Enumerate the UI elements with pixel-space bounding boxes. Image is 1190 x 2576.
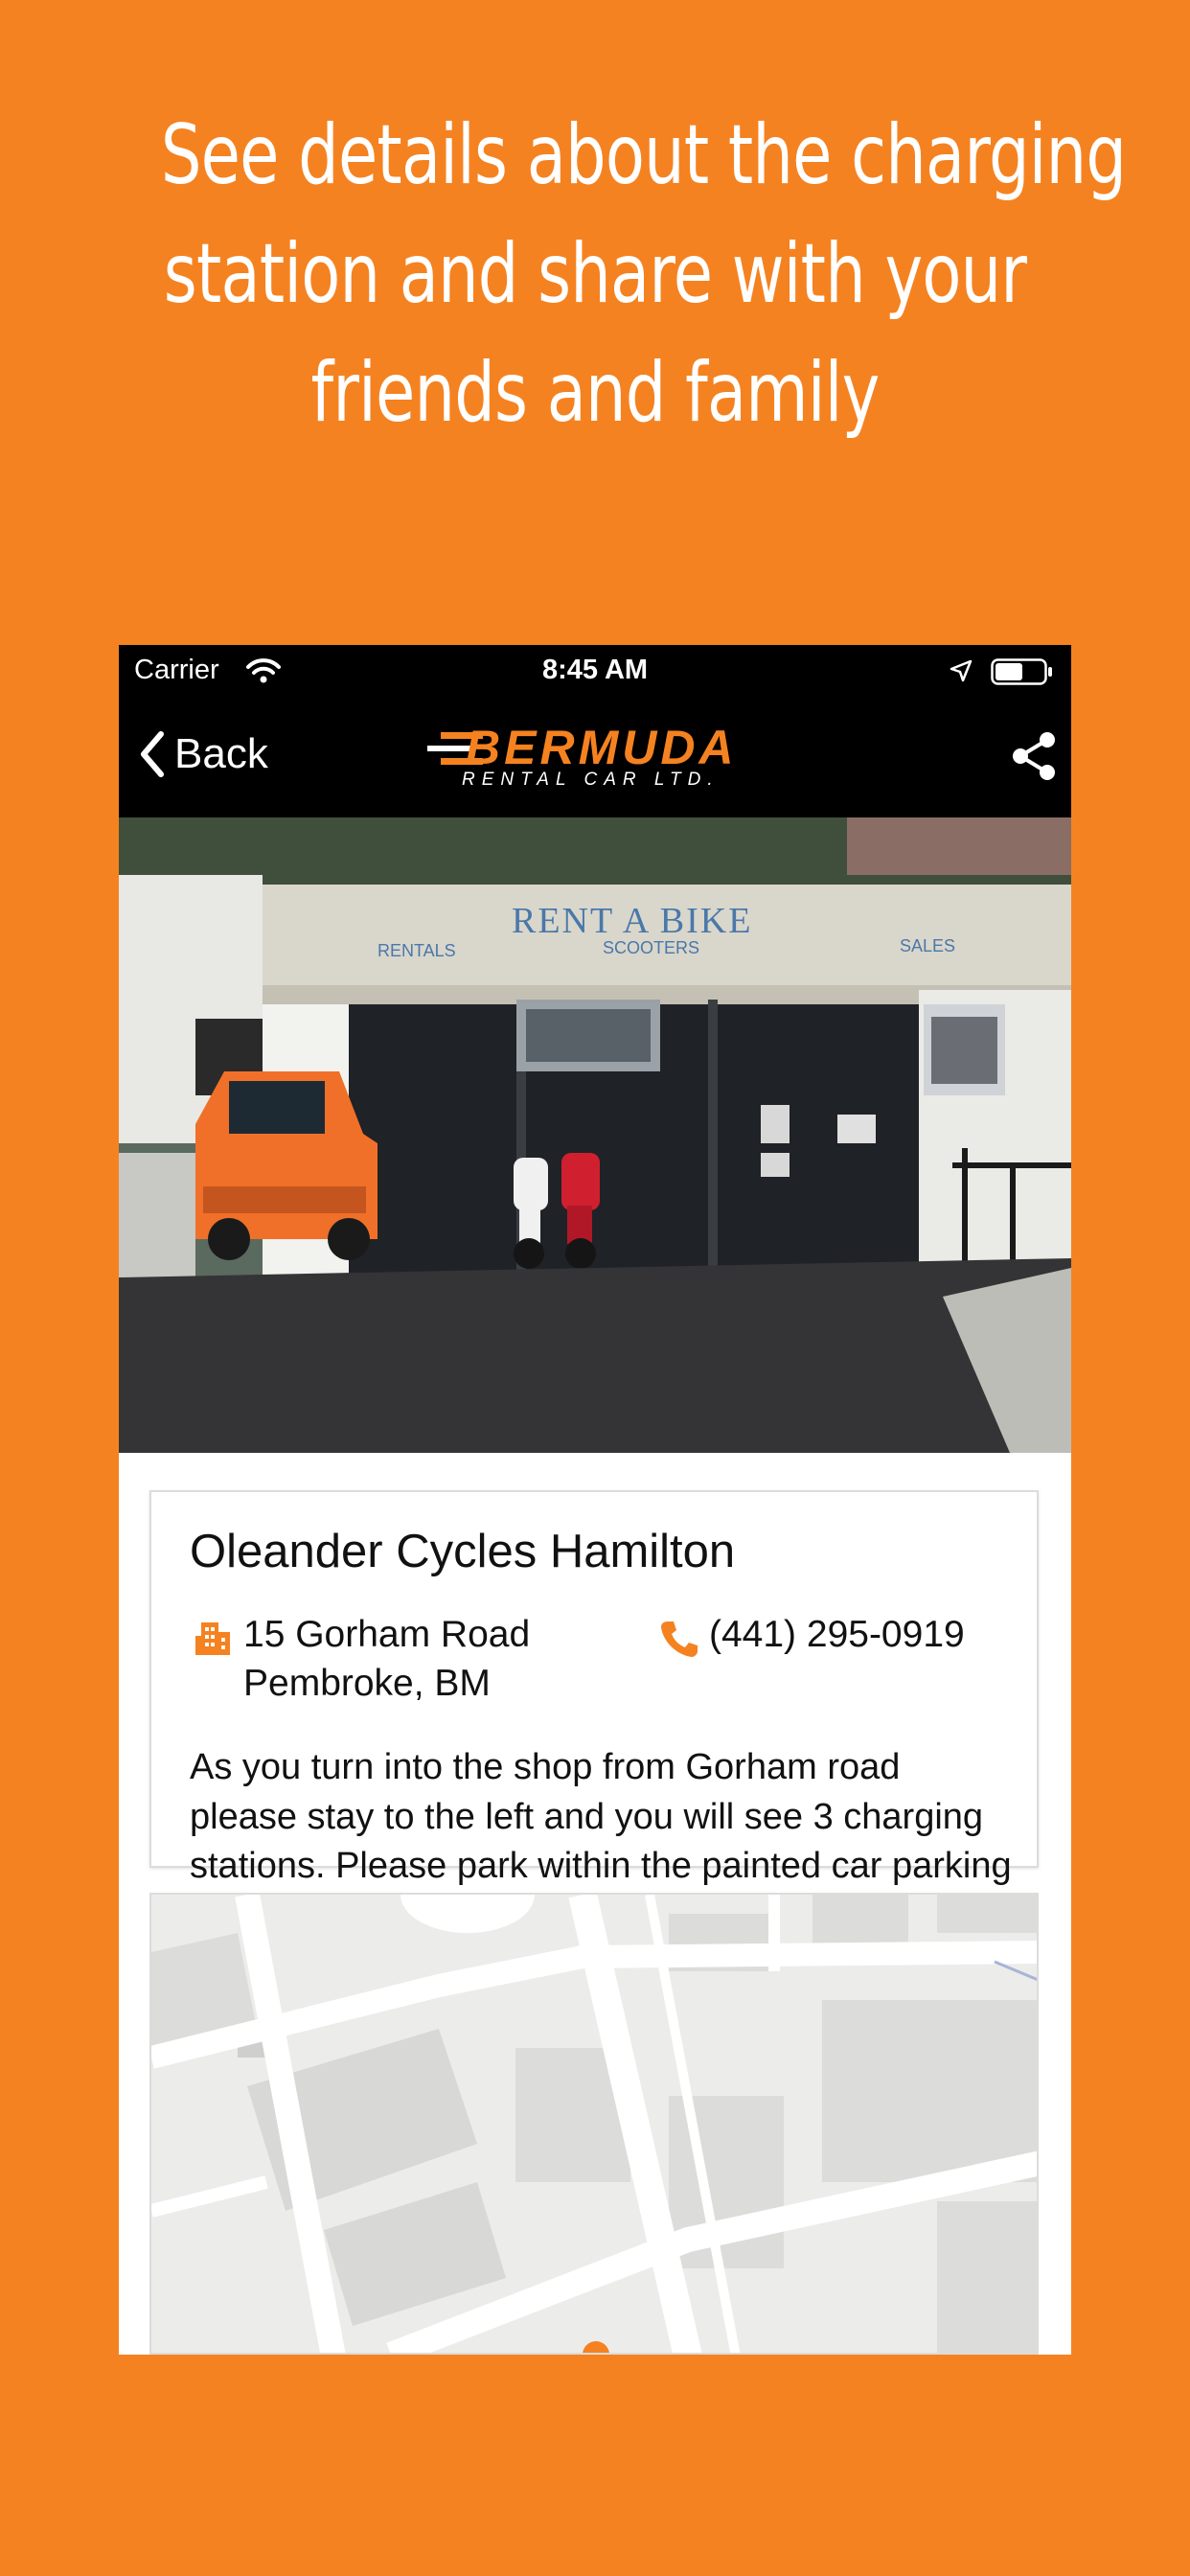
battery-icon [991,658,1052,685]
status-bar: Carrier 8:45 AM [119,645,1071,698]
sign-rentals: RENTALS [378,941,456,960]
location-arrow-icon [950,659,973,682]
sign-scooters: SCOOTERS [603,938,699,957]
location-map[interactable] [149,1893,1039,2355]
address-line-1: 15 Gorham Road [243,1614,531,1655]
station-name: Oleander Cycles Hamilton [190,1526,736,1577]
back-label: Back [174,730,268,777]
chevron-left-icon [141,731,164,777]
headline: See details about the charging station a… [160,96,1127,452]
station-photo: RENT A BIKE RENTALS SCOOTERS SALES [119,817,1071,1453]
back-button[interactable]: Back [140,721,268,788]
headline-line-3: friends and family [310,345,881,441]
address-line-2: Pembroke, BM [243,1663,491,1704]
phone-number[interactable]: (441) 295-0919 [709,1614,965,1656]
logo-main-text: BERMUDA [466,721,738,774]
phone-screen: Carrier 8:45 AM Back BERMUDA RENTAL CAR … [119,645,1071,2355]
brand-logo: BERMUDA RENTAL CAR LTD. [427,723,763,790]
sign-rent-a-bike: RENT A BIKE [512,901,752,941]
headline-line-1: See details about the charging [160,107,1127,203]
station-photo-image: RENT A BIKE RENTALS SCOOTERS SALES [119,817,1071,1453]
logo-sub-text: RENTAL CAR LTD. [462,770,720,790]
status-time: 8:45 AM [541,655,649,685]
station-info-card: Oleander Cycles Hamilton 15 Gorham Road … [149,1490,1039,1985]
sign-sales: SALES [900,936,955,955]
phone-icon [661,1622,698,1657]
navigation-bar: Back BERMUDA RENTAL CAR LTD. [119,698,1071,817]
map-tiles [151,1895,1037,2353]
share-icon[interactable] [1010,730,1058,782]
building-icon [195,1622,230,1655]
headline-line-2: station and share with your [163,226,1027,322]
